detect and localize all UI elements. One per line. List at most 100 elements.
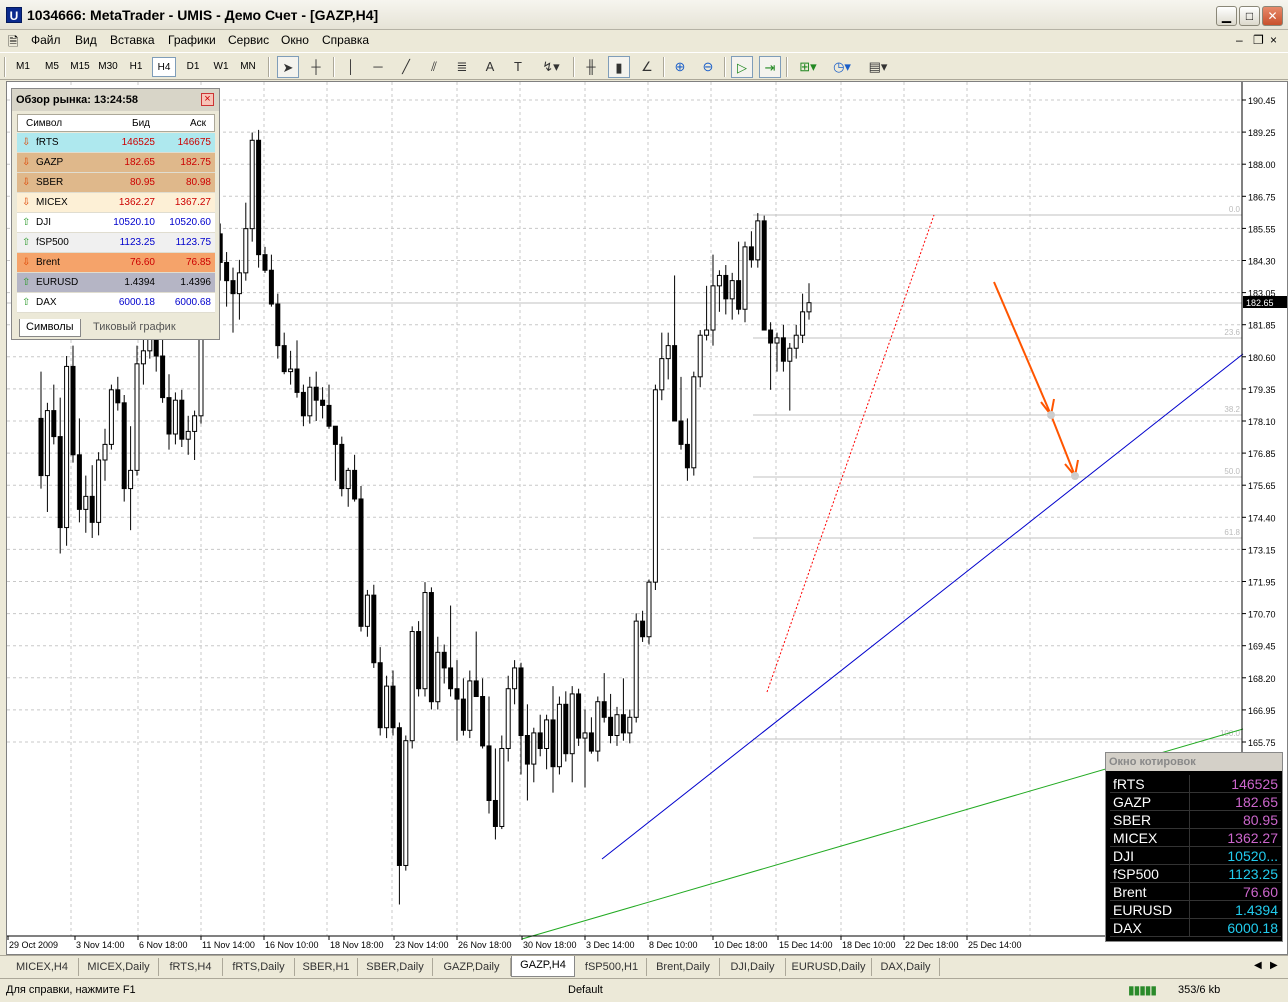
chart-shift-icon[interactable]: ⇥ — [759, 56, 781, 78]
time-label: 18 Nov 18:00 — [330, 940, 384, 950]
candle-body — [652, 389, 658, 583]
mdi-close-icon[interactable]: × — [1270, 33, 1277, 47]
candle-body — [326, 404, 332, 427]
tf-m15[interactable]: M15 — [67, 57, 93, 77]
candle-body — [339, 443, 345, 490]
chart-tab[interactable]: DAX,Daily — [872, 958, 940, 976]
quote-row[interactable]: GAZP 182.65 — [1110, 793, 1281, 811]
menu-view[interactable]: Вид — [75, 33, 97, 47]
bar-chart-icon[interactable]: ╫ — [580, 56, 602, 78]
horizontal-line-icon[interactable]: ─ — [367, 56, 389, 78]
menu-file[interactable]: Файл — [31, 33, 61, 47]
trendline-icon[interactable]: ╱ — [395, 56, 417, 78]
tf-m30[interactable]: M30 — [95, 57, 121, 77]
quote-row[interactable]: MICEX 1362.27 — [1110, 829, 1281, 847]
quote-row[interactable]: EURUSD 1.4394 — [1110, 901, 1281, 919]
quote-value: 146525 — [1189, 775, 1279, 793]
chart-tab[interactable]: GAZP,H4 — [511, 956, 575, 977]
chart-tab[interactable]: EURUSD,Daily — [786, 958, 872, 976]
menu-charts[interactable]: Графики — [168, 33, 216, 47]
tf-d1[interactable]: D1 — [181, 57, 205, 77]
chart-tab[interactable]: MICEX,Daily — [79, 958, 159, 976]
fibonacci-icon[interactable]: ≣ — [451, 56, 473, 78]
chart-tab[interactable]: fRTS,Daily — [223, 958, 295, 976]
candle-body — [723, 274, 729, 300]
mdi-minimize-icon[interactable]: – — [1236, 33, 1243, 47]
candle-body — [275, 303, 281, 347]
candlestick-chart-icon[interactable]: ▮ — [608, 56, 630, 78]
market-watch-row[interactable]: ⇩ fRTS 146525 146675 — [17, 133, 215, 153]
equidistant-channel-icon[interactable]: ⫽ — [423, 56, 445, 78]
menu-window[interactable]: Окно — [281, 33, 309, 47]
chart-tab[interactable]: GAZP,Daily — [433, 958, 511, 976]
menu-bar: 🗎 Файл Вид Вставка Графики Сервис Окно С… — [0, 30, 1288, 52]
vertical-line-icon[interactable]: │ — [340, 56, 362, 78]
tab-tick-chart[interactable]: Тиковый график — [87, 319, 182, 337]
text-label-icon[interactable]: T — [507, 56, 529, 78]
tf-h1[interactable]: H1 — [125, 57, 147, 77]
col-bid[interactable]: Бид — [132, 118, 150, 129]
chart-tab[interactable]: MICEX,H4 — [6, 958, 79, 976]
quote-row[interactable]: fRTS 146525 — [1110, 775, 1281, 793]
candle-body — [128, 469, 134, 490]
maximize-button[interactable]: □ — [1239, 6, 1260, 26]
quote-row[interactable]: DJI 10520... — [1110, 847, 1281, 865]
quote-row[interactable]: SBER 80.95 — [1110, 811, 1281, 829]
tf-h4[interactable]: H4 — [152, 57, 176, 77]
zoom-out-icon[interactable]: ⊖ — [697, 56, 719, 78]
chart-tab[interactable]: DJI,Daily — [720, 958, 786, 976]
market-watch-row[interactable]: ⇧ DAX 6000.18 6000.68 — [17, 293, 215, 313]
menu-help[interactable]: Справка — [322, 33, 369, 47]
arrows-dropdown-icon[interactable]: ↯▾ — [537, 56, 565, 78]
market-watch-window[interactable]: Обзор рынка: 13:24:58 × Символ Бид Аск ⇩… — [11, 88, 220, 340]
arrow-down-icon: ⇩ — [22, 157, 31, 168]
tab-scroll-left-icon[interactable]: ◀ — [1254, 960, 1262, 971]
minimize-button[interactable]: ▁ — [1216, 6, 1237, 26]
tf-w1[interactable]: W1 — [209, 57, 233, 77]
zoom-in-icon[interactable]: ⊕ — [669, 56, 691, 78]
candle-body — [307, 386, 313, 417]
candle-body — [537, 732, 543, 749]
col-ask[interactable]: Аск — [190, 118, 206, 129]
quote-row[interactable]: fSP500 1123.25 — [1110, 865, 1281, 883]
cursor-icon[interactable]: ➤ — [277, 56, 299, 78]
chart-tab[interactable]: fRTS,H4 — [159, 958, 223, 976]
close-button[interactable]: ✕ — [1262, 6, 1283, 26]
mdi-restore-icon[interactable]: ❐ — [1253, 33, 1264, 47]
tab-symbols[interactable]: Символы — [19, 319, 81, 337]
tf-m1[interactable]: M1 — [10, 57, 36, 77]
quotes-window[interactable]: Окно котировок fRTS 146525 GAZP 182.65 SBER 8… — [1105, 752, 1283, 942]
market-watch-row[interactable]: ⇩ GAZP 182.65 182.75 — [17, 153, 215, 173]
chart-tab[interactable]: SBER,H1 — [295, 958, 358, 976]
col-symbol[interactable]: Символ — [26, 118, 62, 129]
crosshair-icon[interactable]: ┼ — [305, 56, 327, 78]
line-chart-icon[interactable]: ∠ — [636, 56, 658, 78]
templates-dropdown-icon[interactable]: ▤▾ — [864, 56, 892, 78]
bid-value: 6000.18 — [118, 297, 155, 308]
chart-tab[interactable]: SBER,Daily — [358, 958, 433, 976]
text-icon[interactable]: A — [479, 56, 501, 78]
tf-mn[interactable]: MN — [236, 57, 260, 77]
market-watch-row[interactable]: ⇩ Brent 76.60 76.85 — [17, 253, 215, 273]
market-watch-row[interactable]: ⇧ fSP500 1123.25 1123.75 — [17, 233, 215, 253]
ask-value: 1.4396 — [180, 277, 211, 288]
tab-scroll-right-icon[interactable]: ▶ — [1270, 960, 1278, 971]
menu-insert[interactable]: Вставка — [110, 33, 155, 47]
quote-row[interactable]: Brent 76.60 — [1110, 883, 1281, 901]
time-label: 18 Dec 10:00 — [842, 940, 896, 950]
periods-clock-icon[interactable]: ◷▾ — [828, 56, 856, 78]
menu-tools[interactable]: Сервис — [228, 33, 269, 47]
market-watch-row[interactable]: ⇩ MICEX 1362.27 1367.27 — [17, 193, 215, 213]
quote-row[interactable]: DAX 6000.18 — [1110, 919, 1281, 937]
symbol-name: DAX — [36, 297, 57, 308]
market-watch-row[interactable]: ⇧ DJI 10520.10 10520.60 — [17, 213, 215, 233]
chart-tab[interactable]: Brent,Daily — [647, 958, 720, 976]
market-watch-row[interactable]: ⇩ SBER 80.95 80.98 — [17, 173, 215, 193]
symbol-name: DJI — [36, 217, 51, 228]
indicators-dropdown-icon[interactable]: ⊞▾ — [794, 56, 822, 78]
tf-m5[interactable]: M5 — [40, 57, 64, 77]
close-icon[interactable]: × — [201, 93, 214, 106]
autoscroll-icon[interactable]: ▷ — [731, 56, 753, 78]
market-watch-row[interactable]: ⇧ EURUSD 1.4394 1.4396 — [17, 273, 215, 293]
chart-tab[interactable]: fSP500,H1 — [577, 958, 647, 976]
